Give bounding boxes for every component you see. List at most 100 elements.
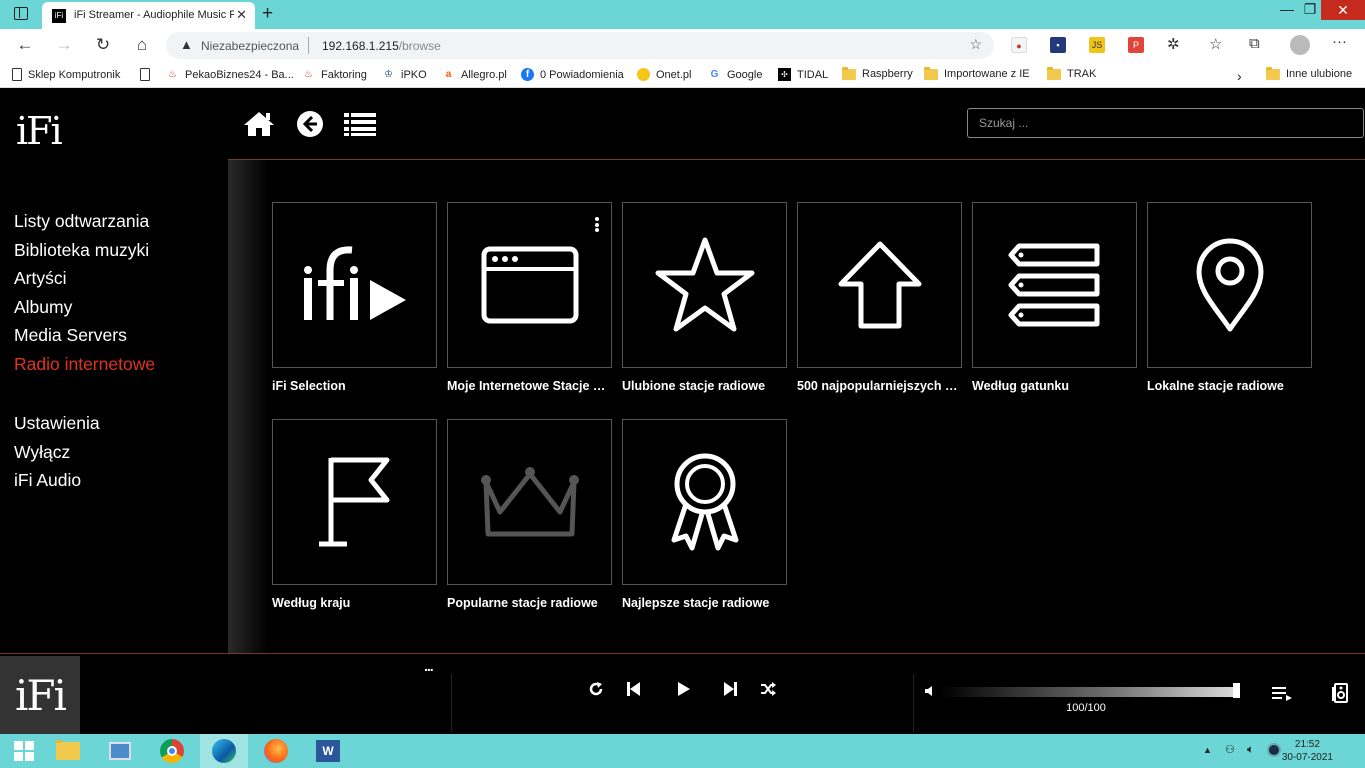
bookmark-item[interactable]: ♔ iPKO	[382, 68, 427, 81]
sidebar-item-playlists[interactable]: Listy odtwarzania	[14, 207, 155, 236]
repeat-icon[interactable]	[588, 681, 604, 697]
network-icon[interactable]: ⚇	[1225, 743, 1235, 756]
bookmark-folder[interactable]: Importowane z IE	[924, 66, 1030, 80]
tile-ifi-selection[interactable]: iFi Selection	[272, 202, 437, 393]
tile-label: Według kraju	[272, 596, 351, 610]
warning-icon[interactable]: ▲	[180, 37, 193, 52]
bookmark-folder[interactable]: Raspberry	[842, 66, 913, 80]
tab-actions-icon[interactable]	[14, 7, 28, 20]
extensions-icon[interactable]: ✲	[1167, 35, 1180, 53]
show-hidden-icons[interactable]: ▲	[1203, 745, 1212, 755]
restore-button[interactable]: ❐	[1296, 1, 1324, 18]
sidebar-item-internet-radio[interactable]: Radio internetowe	[14, 350, 155, 379]
taskbar-file-explorer[interactable]	[44, 734, 92, 768]
edge-icon	[212, 739, 236, 763]
tile-popular[interactable]: Popularne stacje radiowe	[447, 419, 612, 610]
tile-label: Popularne stacje radiowe	[447, 596, 598, 610]
home-button[interactable]: ⌂	[131, 35, 153, 55]
album-art[interactable]: iFi	[0, 656, 80, 735]
taskbar-clock[interactable]: 21:52 30-07-2021	[1282, 738, 1333, 764]
volume-slider-handle[interactable]	[1233, 683, 1240, 698]
folder-icon	[924, 66, 938, 80]
sidebar-item-albums[interactable]: Albumy	[14, 293, 155, 322]
search-input[interactable]	[967, 108, 1364, 138]
new-tab-button[interactable]: +	[262, 3, 273, 25]
tray-app-icon[interactable]	[1267, 743, 1281, 757]
queue-icon[interactable]	[1272, 685, 1292, 701]
bookmark-item[interactable]: ♨ Faktoring	[302, 68, 367, 81]
forward-button[interactable]: →	[53, 35, 75, 55]
sidebar-item-artists[interactable]: Artyści	[14, 264, 155, 293]
bookmark-folder[interactable]: TRAK	[1047, 66, 1096, 80]
bookmark-item[interactable]: f0 Powiadomienia	[521, 68, 624, 81]
shuffle-icon[interactable]	[760, 681, 776, 697]
bookmark-item[interactable]: ♨ PekaoBiznes24 - Ba...	[166, 68, 294, 81]
sidebar-item-media-servers[interactable]: Media Servers	[14, 321, 155, 350]
extension-js-icon[interactable]: JS	[1089, 37, 1105, 53]
output-device-icon[interactable]	[1332, 683, 1348, 703]
tile-favorites[interactable]: Ulubione stacje radiowe	[622, 202, 787, 393]
bookmark-item[interactable]: a Allegro.pl	[442, 68, 507, 81]
volume-slider[interactable]	[940, 687, 1238, 697]
security-label[interactable]: Niezabezpieczona	[201, 39, 299, 53]
settings-more-icon[interactable]: ···	[1332, 33, 1347, 50]
bookmark-item[interactable]	[140, 68, 156, 81]
extension-2-icon[interactable]: ▪	[1050, 37, 1066, 53]
tile-best[interactable]: Najlepsze stacje radiowe	[622, 419, 787, 610]
ifi-play-icon	[303, 246, 406, 320]
close-tab-icon[interactable]: ✕	[236, 7, 247, 23]
extension-p-icon[interactable]: P	[1128, 37, 1144, 53]
sidebar-item-settings[interactable]: Ustawienia	[14, 409, 100, 438]
favorites-icon[interactable]: ☆	[1209, 35, 1222, 53]
tile-label: iFi Selection	[272, 379, 346, 393]
sidebar-item-library[interactable]: Biblioteka muzyki	[14, 236, 155, 265]
window-close-button[interactable]: ✕	[1321, 0, 1365, 20]
tile-by-country[interactable]: Według kraju	[272, 419, 437, 610]
tab-title: iFi Streamer - Audiophile Music P	[74, 9, 234, 21]
play-icon[interactable]	[677, 681, 691, 697]
volume-icon[interactable]	[925, 686, 935, 696]
tile-icon-box	[447, 202, 612, 368]
previous-track-icon[interactable]	[627, 681, 641, 697]
other-favorites-folder[interactable]: Inne ulubione	[1266, 66, 1352, 80]
tile-label: Moje Internetowe Stacje Radiowe	[447, 379, 612, 393]
speaker-icon[interactable]: 🔈︎	[1247, 742, 1254, 757]
add-favorite-icon[interactable]: ☆	[969, 36, 982, 53]
next-track-icon[interactable]	[723, 681, 737, 697]
bookmark-item[interactable]: Sklep Komputronik	[12, 68, 120, 81]
bookmark-item[interactable]: G Google	[708, 68, 763, 81]
chrome-icon	[160, 739, 184, 763]
player-more-button[interactable]: ...	[424, 658, 434, 674]
back-button[interactable]: ←	[14, 35, 36, 55]
url-bar[interactable]: ▲ Niezabezpieczona 192.168.1.215/browse …	[166, 32, 994, 59]
url-text[interactable]: 192.168.1.215/browse	[322, 39, 441, 53]
taskbar-edge[interactable]	[200, 734, 248, 768]
tile-local-stations[interactable]: Lokalne stacje radiowe	[1147, 202, 1312, 393]
sidebar-item-ifi-audio[interactable]: iFi Audio	[14, 466, 100, 495]
address-toolbar: ← → ↻ ⌂ ▲ Niezabezpieczona 192.168.1.215…	[0, 29, 1365, 62]
browser-tab[interactable]: iFi iFi Streamer - Audiophile Music P ✕	[42, 2, 255, 29]
extension-1-icon[interactable]: ●	[1011, 37, 1027, 53]
back-arrow-icon[interactable]	[296, 110, 324, 138]
taskbar-word[interactable]: W	[304, 734, 352, 768]
ifi-logo[interactable]: iFi	[16, 109, 63, 153]
tile-top-500[interactable]: 500 najpopularniejszych stacji	[797, 202, 962, 393]
tile-by-genre[interactable]: Według gatunku	[972, 202, 1137, 393]
bookmark-item[interactable]: Onet.pl	[637, 68, 691, 81]
taskbar-chrome[interactable]	[148, 734, 196, 768]
collections-icon[interactable]: ⧉	[1249, 35, 1260, 52]
profile-avatar[interactable]	[1290, 35, 1310, 55]
list-view-icon[interactable]	[344, 111, 376, 137]
more-options-icon[interactable]	[595, 217, 599, 234]
tile-my-stations[interactable]: Moje Internetowe Stacje Radiowe	[447, 202, 612, 393]
bookmarks-overflow-icon[interactable]: ›	[1237, 68, 1242, 84]
refresh-button[interactable]: ↻	[92, 35, 114, 55]
home-icon[interactable]	[242, 110, 276, 138]
taskbar-firefox[interactable]	[252, 734, 300, 768]
bookmark-item[interactable]: ✣ TIDAL	[778, 68, 828, 81]
tile-icon-box	[447, 419, 612, 585]
taskbar-control-panel[interactable]	[96, 734, 144, 768]
start-button[interactable]	[0, 734, 48, 768]
player-divider	[913, 674, 914, 732]
sidebar-item-shutdown[interactable]: Wyłącz	[14, 438, 100, 467]
